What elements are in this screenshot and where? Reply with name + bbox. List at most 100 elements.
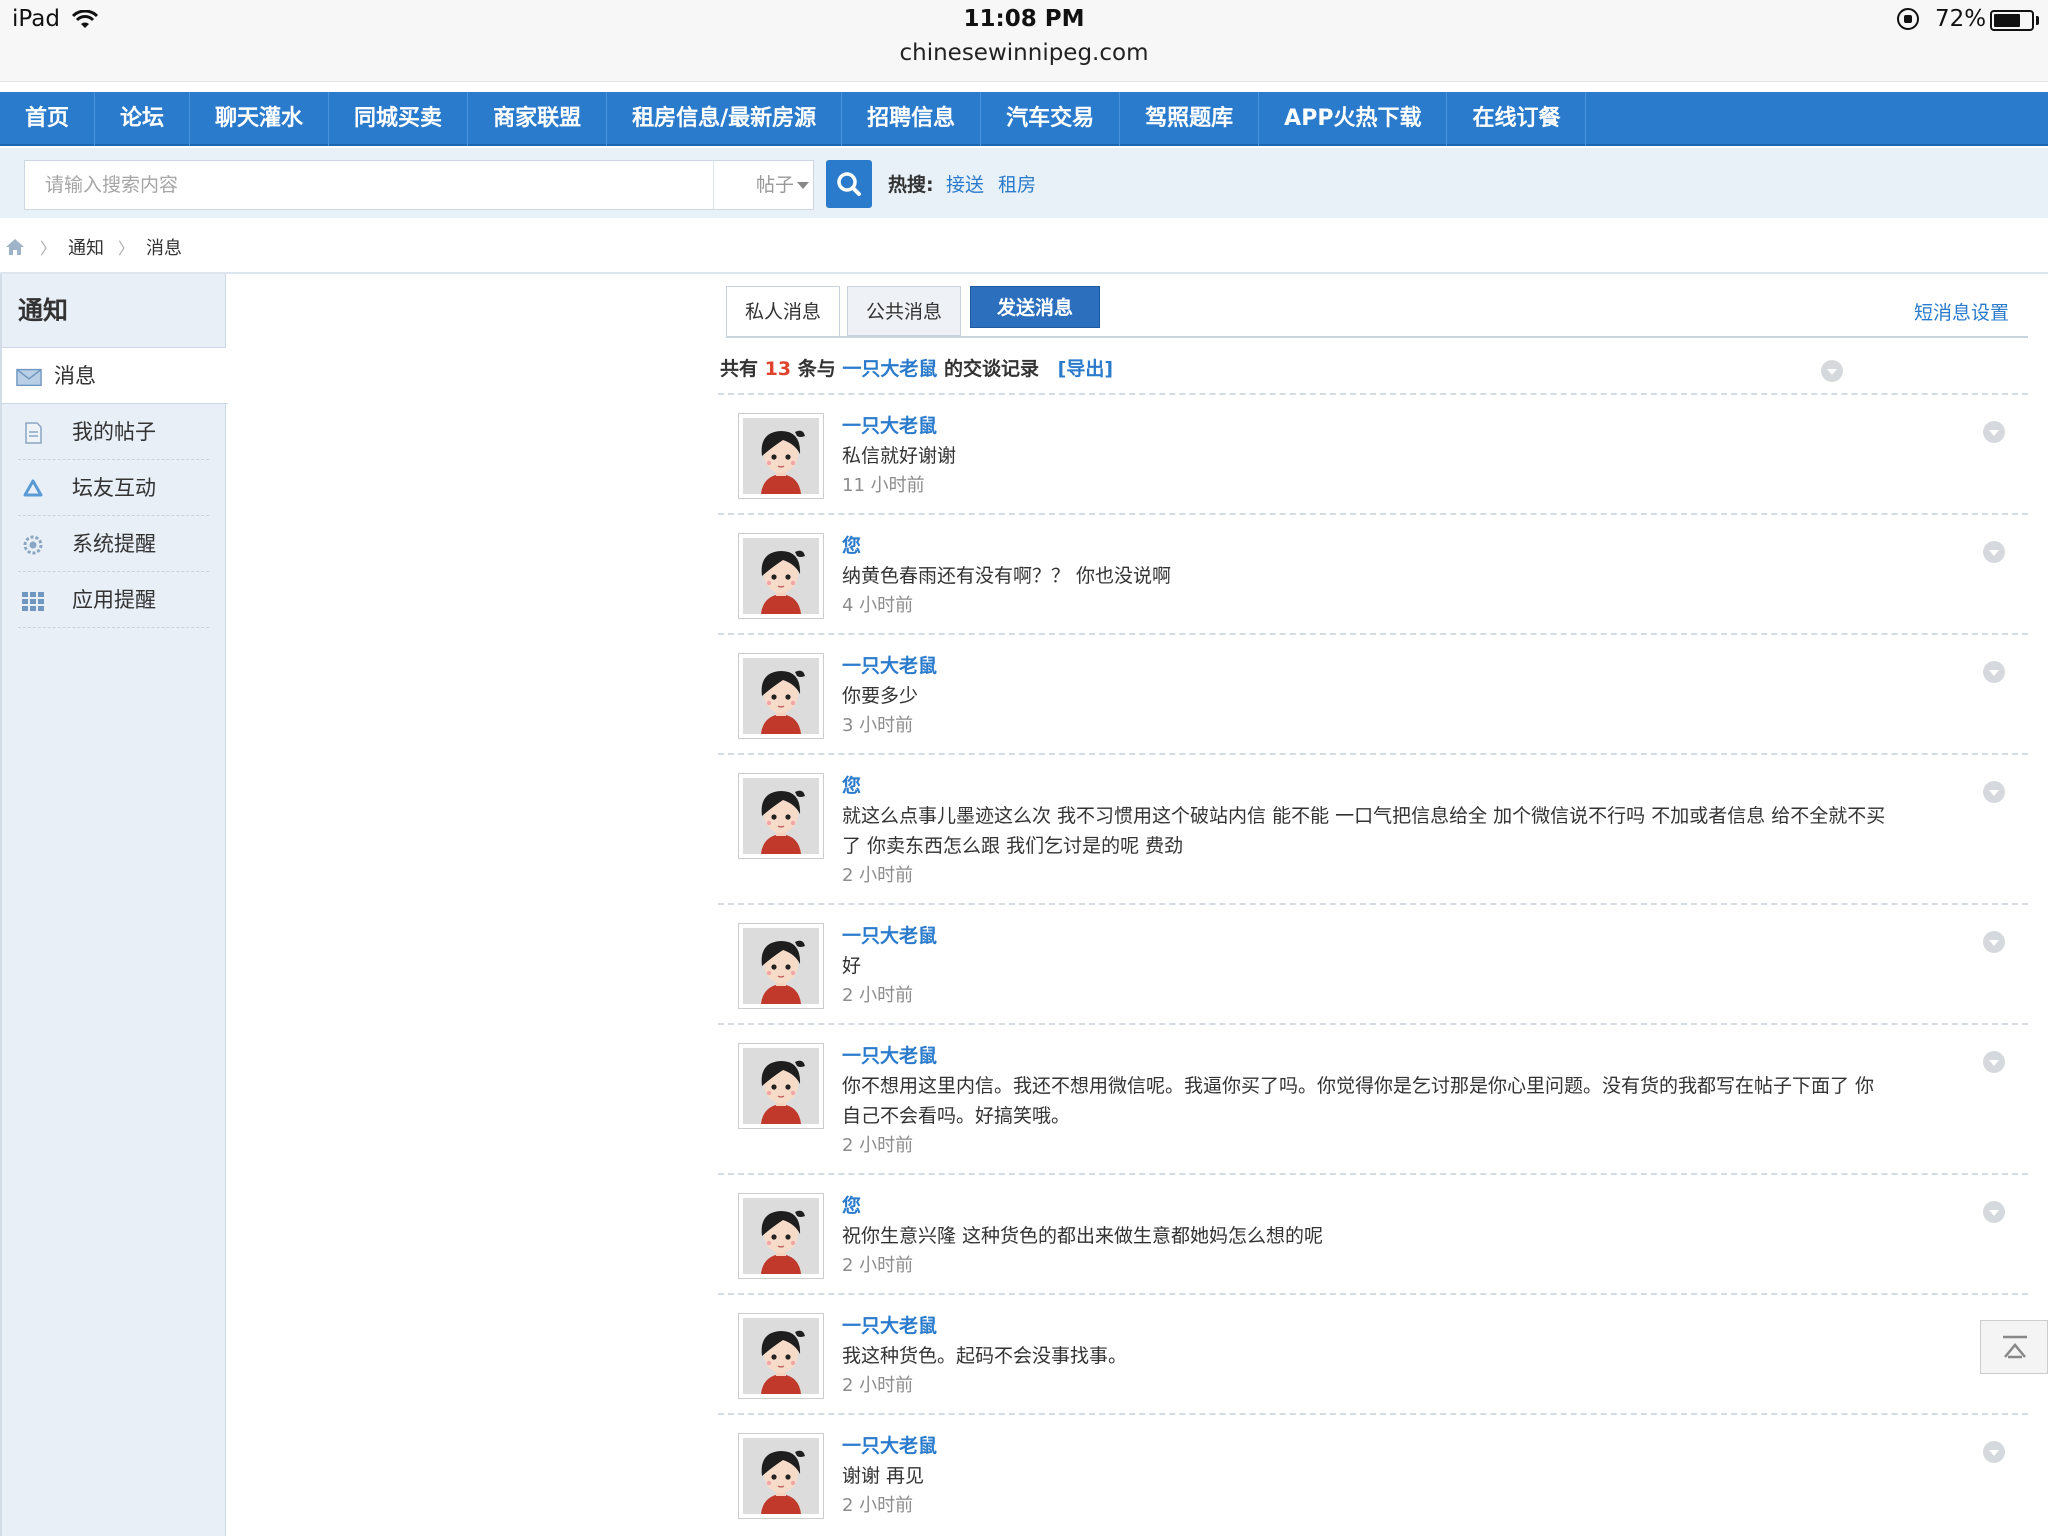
nav-item[interactable]: 聊天灌水 [190,92,330,146]
tab-private-messages[interactable]: 私人消息 [726,286,840,338]
message-time: 2 小时前 [842,865,914,886]
message-body: 一只大老鼠 好 2 小时前 [842,921,2028,1011]
sidebar-item-system-alerts[interactable]: 系统提醒 [18,516,209,572]
sidebar-item-label: 坛友互动 [72,476,156,500]
avatar-image [743,418,819,494]
avatar-image [743,1438,819,1514]
chevron-down-icon[interactable] [1983,781,2005,803]
message-text: 纳黄色春雨还有没有啊？？ 你也没说啊 [842,565,1172,587]
hot-search-link[interactable]: 租房 [998,170,1036,197]
nav-item[interactable]: 在线订餐 [1447,92,1587,146]
message-author[interactable]: 一只大老鼠 [842,651,1888,681]
gear-icon [23,535,43,555]
nav-item[interactable]: 商家联盟 [468,92,608,146]
chevron-down-icon[interactable] [1983,421,2005,443]
conversation-partner-link[interactable]: 一只大老鼠 [842,358,937,380]
nav-item[interactable]: 论坛 [95,92,191,146]
breadcrumb-notifications[interactable]: 通知 [68,234,104,260]
message-settings-link[interactable]: 短消息设置 [1914,298,2009,325]
tab-public-messages[interactable]: 公共消息 [847,286,961,336]
nav-item[interactable]: 首页 [0,92,96,146]
sidebar-title: 通知 [2,274,225,348]
avatar[interactable] [738,1193,824,1279]
message-text: 祝你生意兴隆 这种货色的都出来做生意都她妈怎么想的呢 [842,1225,1324,1247]
battery-level [1994,14,2020,27]
sidebar-item-label: 我的帖子 [72,420,156,444]
chevron-down-icon[interactable] [1983,661,2005,683]
home-icon[interactable] [4,237,26,257]
avatar[interactable] [738,923,824,1009]
chevron-down-icon[interactable] [1983,541,2005,563]
avatar[interactable] [738,773,824,859]
summary-suffix: 的交谈记录 [944,358,1040,380]
chevron-down-icon[interactable] [1983,1201,2005,1223]
nav-item[interactable]: 同城买卖 [329,92,469,146]
avatar-image [743,778,819,854]
export-link[interactable]: [导出] [1058,358,1113,380]
message-author[interactable]: 一只大老鼠 [842,1311,1888,1341]
main-nav: 首页 论坛 聊天灌水 同城买卖 商家联盟 租房信息/最新房源 招聘信息 汽车交易 驾照题库 APP… [0,92,2048,146]
message-author[interactable]: 一只大老鼠 [842,1431,1888,1461]
back-to-top-button[interactable] [1980,1320,2048,1374]
message-author[interactable]: 一只大老鼠 [842,411,1888,441]
conversation-summary: 共有 13 条与 一只大老鼠 的交谈记录 [导出] [720,354,1113,381]
tabs-underline [726,336,2028,338]
search-type-select[interactable]: 帖子 [713,161,813,209]
avatar[interactable] [738,1313,824,1399]
avatar[interactable] [738,533,824,619]
message-text: 好 [842,955,862,977]
sidebar-item-label: 应用提醒 [72,588,156,612]
battery-icon [1990,10,2034,31]
message-time: 3 小时前 [842,715,914,736]
avatar[interactable] [738,1043,824,1129]
breadcrumb-separator: 〉 [40,239,57,258]
message-body: 您 纳黄色春雨还有没有啊？？ 你也没说啊 4 小时前 [842,531,2028,621]
sidebar-item-label: 消息 [54,364,96,388]
nav-item[interactable]: 驾照题库 [1120,92,1260,146]
message-author[interactable]: 您 [842,531,1888,561]
message-item: 您 纳黄色春雨还有没有啊？？ 你也没说啊 4 小时前 [718,513,2028,633]
nav-item[interactable]: 租房信息/最新房源 [607,92,843,146]
address-bar-url[interactable]: chinesewinnipeg.com [0,40,2048,66]
message-author[interactable]: 您 [842,771,1888,801]
nav-item[interactable]: 汽车交易 [981,92,1121,146]
message-author[interactable]: 一只大老鼠 [842,921,1888,951]
chevron-down-icon[interactable] [1983,1441,2005,1463]
search-icon [837,172,861,196]
message-time: 2 小时前 [842,1255,914,1276]
message-author[interactable]: 一只大老鼠 [842,1041,1888,1071]
sidebar-item-interactions[interactable]: 坛友互动 [18,460,209,516]
avatar[interactable] [738,1433,824,1519]
hot-search-link[interactable]: 接送 [946,170,984,197]
message-author[interactable]: 您 [842,1191,1888,1221]
nav-item[interactable]: APP火热下载 [1259,92,1448,146]
sidebar-item-label: 系统提醒 [72,532,156,556]
avatar-image [743,1048,819,1124]
send-message-button[interactable]: 发送消息 [970,286,1100,328]
summary-middle: 条与 [797,358,836,380]
search-button[interactable] [826,160,872,208]
sidebar-item-messages[interactable]: 消息 [2,348,228,404]
message-time: 2 小时前 [842,1495,914,1516]
nav-item[interactable]: 招聘信息 [842,92,982,146]
avatar[interactable] [738,413,824,499]
rotation-lock-icon [1897,8,1919,30]
search-bar: 帖子 热搜: 接送 租房 [0,148,2048,218]
hot-search-label: 热搜: [888,174,934,196]
chevron-down-icon[interactable] [1983,931,2005,953]
avatar[interactable] [738,653,824,739]
message-text: 就这么点事儿墨迹这么次 我不习惯用这个破站内信 能不能 一口气把信息给全 加个微… [842,805,1886,857]
message-text: 私信就好谢谢 [842,445,957,467]
search-input[interactable] [25,161,715,209]
message-body: 一只大老鼠 你不想用这里内信。我还不想用微信呢。我逼你买了吗。你觉得你是乞讨那是… [842,1041,2028,1161]
sidebar-item-my-posts[interactable]: 我的帖子 [18,404,209,460]
battery-percent: 72% [1935,6,1987,32]
message-item: 一只大老鼠 你要多少 3 小时前 [718,633,2028,753]
message-body: 您 就这么点事儿墨迹这么次 我不习惯用这个破站内信 能不能 一口气把信息给全 加… [842,771,2028,891]
sidebar-item-app-alerts[interactable]: 应用提醒 [18,572,209,628]
message-text: 你要多少 [842,685,919,707]
grid-icon [22,592,44,611]
chevron-down-icon[interactable] [1821,360,1843,382]
chevron-down-icon[interactable] [1983,1051,2005,1073]
message-item: 一只大老鼠 谢谢 再见 2 小时前 [718,1413,2028,1533]
